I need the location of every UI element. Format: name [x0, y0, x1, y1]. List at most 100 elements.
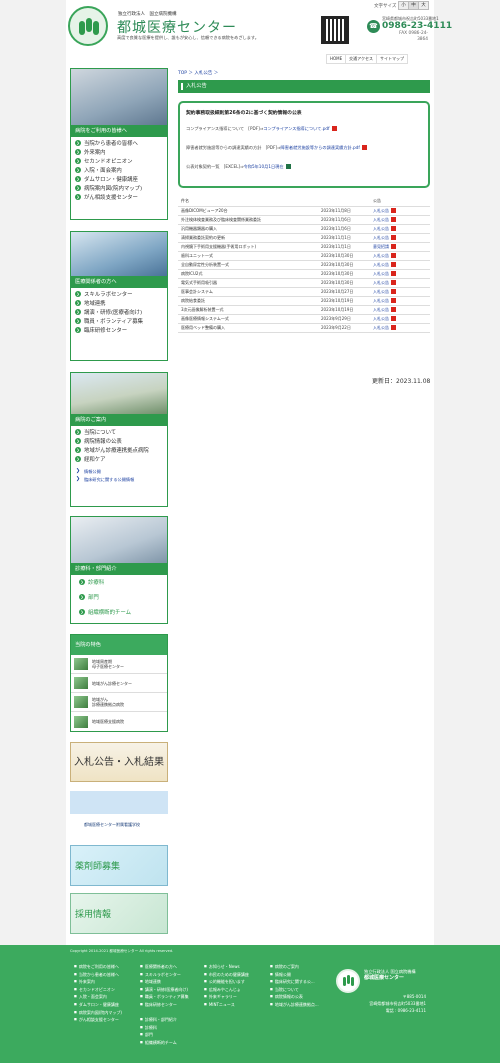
footer-link[interactable]: 部門	[140, 1031, 189, 1039]
sidebar-item-map[interactable]: 病院案内図(院内マップ)	[75, 185, 163, 194]
footer-link[interactable]: 地域がん診療連携拠点...	[270, 1001, 319, 1009]
bid-notice-link[interactable]: 入札公告	[373, 262, 389, 267]
sidebar-patient-panel: 病院をご利用の皆様へ 当院から患者の皆様へ 外来案内 セカンドオピニオン 入院・…	[70, 68, 168, 220]
footer-link[interactable]: 当院について	[270, 986, 319, 994]
bid-notice-link[interactable]: 入札公告	[373, 271, 389, 276]
bid-date: 2023年10月19日	[318, 305, 370, 315]
footer-link[interactable]: 外来案内	[74, 978, 122, 986]
bid-date: 2023年11月8日	[318, 206, 370, 216]
sidebar-item-outpatient[interactable]: 外来案内	[75, 149, 163, 158]
feature-thumb-icon	[74, 715, 88, 728]
sidebar-dept-title[interactable]: 診療科・部門紹介	[71, 563, 167, 575]
bid-notice-link[interactable]: 入札公告	[373, 325, 389, 330]
footer-link[interactable]: スキルラボセンター	[140, 971, 189, 979]
sidebar-item-lectures[interactable]: 講演・研修(医療者向け)	[75, 309, 163, 318]
bid-date: 2023年11月1日	[318, 242, 370, 252]
sidebar-item-salon[interactable]: ダムサロン・健康講座	[75, 176, 163, 185]
bid-notice-link[interactable]: 入札公告	[373, 253, 389, 258]
util-link-sitemap[interactable]: サイトマップ	[375, 54, 408, 64]
footer-link[interactable]: 入院・面会案内	[74, 993, 122, 1001]
compliance-pdf-link[interactable]: コンプライアンス指導について.pdf	[263, 126, 329, 131]
notice-line-label: コンプライアンス指導について [PDF]⇒	[186, 126, 264, 131]
sidebar-subitem-info[interactable]: 情報公開	[75, 468, 163, 476]
sidebar-item-about[interactable]: 当院について	[75, 429, 163, 438]
feature-label: 地域医療支援病院	[92, 719, 124, 724]
sidebar-item-palliative[interactable]: 経和ケア	[75, 456, 163, 465]
footer-link[interactable]: 広報みやこんじょ	[204, 986, 249, 994]
pharmacist-recruit-banner[interactable]: 薬剤師募集	[70, 845, 168, 886]
nursing-school-banner[interactable]: 都城医療センター附属看護学校	[70, 791, 168, 833]
sidebar-item-disclosure[interactable]: 病院情報の公表	[75, 438, 163, 447]
footer-link[interactable]: 病院のご案内	[270, 963, 319, 971]
font-size-large-button[interactable]: 大	[418, 1, 429, 10]
sidebar-item-teams[interactable]: 組織横断的チーム	[75, 606, 163, 621]
sidebar-item-second-opinion[interactable]: セカンドオピニオン	[75, 158, 163, 167]
bid-notice-link[interactable]: 入札公告	[373, 280, 389, 285]
footer-link[interactable]: 外来ギャラリー	[204, 993, 249, 1001]
bid-notice-link[interactable]: 入札公告	[373, 208, 389, 213]
footer-link[interactable]: 職員・ボランティア募集	[140, 993, 189, 1001]
bid-notice-link[interactable]: 入札公告	[373, 235, 389, 240]
bid-notice-link[interactable]: 入札公告	[373, 316, 389, 321]
sidebar-patient-title[interactable]: 病院をご利用の皆様へ	[71, 125, 167, 137]
footer-link[interactable]: 市民のための健康講座	[204, 971, 249, 979]
bid-notice-link[interactable]: 入札公告	[373, 289, 389, 294]
procurement-pdf-link[interactable]: 障害者就労施設等からの調達実績方針.pdf	[281, 145, 360, 150]
feature-perinatal[interactable]: 地域周産期 母子医療センター	[71, 655, 167, 674]
sidebar-item-cancer-hub[interactable]: 地域がん診療連携拠点病院	[75, 447, 163, 456]
sidebar-medical-title[interactable]: 医療関係者の方へ	[71, 276, 167, 288]
footer-link[interactable]: 医療関係者の方へ	[140, 963, 189, 971]
sidebar-item-skills-lab[interactable]: スキルラボセンター	[75, 291, 163, 300]
bid-date: 2023年10月30日	[318, 251, 370, 261]
sidebar-item-message[interactable]: 当院から患者の皆様へ	[75, 140, 163, 149]
footer-link[interactable]: 臨床研修センター	[140, 1001, 189, 1009]
feature-cancer-hub[interactable]: 地域がん 診療連携拠点病院	[71, 693, 167, 712]
footer-link[interactable]: 診療科	[140, 1024, 189, 1032]
footer-link[interactable]: 情報公開	[270, 971, 319, 979]
footer-link[interactable]: 病院をご利用の皆様へ	[74, 963, 122, 971]
notice-line: 公表対象契約一覧 [EXCEL]⇒令和5年10月1日現在	[186, 164, 422, 170]
bid-notice-link[interactable]: 入札公告	[373, 307, 389, 312]
footer-link[interactable]: 診療科・部門紹介	[140, 1016, 189, 1024]
footer-link[interactable]: 講演・研修(医療者向け)	[140, 986, 189, 994]
bid-notice-link[interactable]: 入札公告	[373, 226, 389, 231]
footer-link[interactable]: 組織横断的チーム	[140, 1039, 189, 1047]
sidebar-item-admission[interactable]: 入院・面会案内	[75, 167, 163, 176]
feature-cancer-center[interactable]: 地域がん診療センター	[71, 674, 167, 693]
bid-notice-link[interactable]: 入札公告	[373, 298, 389, 303]
sidebar-item-regional[interactable]: 地域連携	[75, 300, 163, 309]
bid-table: 件名 公告 画像DICOMビューア20台 2023年11月8日 入札公告 外注検体検査…	[178, 196, 430, 333]
feature-regional-support[interactable]: 地域医療支援病院	[71, 712, 167, 731]
footer-link[interactable]: 病院案内図(院内マップ)	[74, 1009, 122, 1017]
sidebar-item-divisions[interactable]: 部門	[75, 591, 163, 606]
footer-link[interactable]: がん相談支援センター	[74, 1016, 122, 1024]
footer-link[interactable]: 地域連携	[140, 978, 189, 986]
footer-link[interactable]: お知らせ・News	[204, 963, 249, 971]
footer-tel: 電話 : 0986-23-4111	[385, 1008, 426, 1013]
util-link-home[interactable]: HOME	[326, 54, 347, 64]
bid-banner[interactable]: 入札公告・入札結果	[70, 742, 168, 782]
contract-list-excel-link[interactable]: 令和5年10月1日現在	[244, 164, 284, 169]
sidebar-item-departments[interactable]: 診療科	[75, 576, 163, 591]
bid-notice-link[interactable]: 入札公告	[373, 217, 389, 222]
footer-link[interactable]: ダムサロン・健康講座	[74, 1001, 122, 1009]
footer-logo-icon[interactable]	[336, 969, 360, 993]
hospital-logo-icon[interactable]	[68, 6, 108, 46]
footer-link[interactable]: 病院情報の公表	[270, 993, 319, 1001]
footer-link[interactable]: セカンドオピニオン	[74, 986, 122, 994]
site-title[interactable]: 都城医療センター	[117, 17, 237, 37]
sidebar-about-title[interactable]: 病院のご案内	[71, 414, 167, 426]
footer-link[interactable]: 公的機能を担います	[204, 978, 249, 986]
footer-link[interactable]: 当院から患者の皆様へ	[74, 971, 122, 979]
sidebar-item-training[interactable]: 臨床研修センター	[75, 327, 163, 336]
footer-link[interactable]: 臨床研究に関する公...	[270, 978, 319, 986]
recruit-banner[interactable]: 採用情報	[70, 893, 168, 934]
sidebar-subitem-research[interactable]: 臨床研究に関する公開情報	[75, 476, 163, 484]
sidebar-item-recruit-staff[interactable]: 職員・ボランティア募集	[75, 318, 163, 327]
bid-date: 2023年11月6日	[318, 215, 370, 225]
bid-notice-link[interactable]: 意見招請	[373, 244, 389, 249]
util-link-access[interactable]: 交通アクセス	[345, 54, 377, 64]
sidebar-item-cancer-support[interactable]: がん相談支援センター	[75, 194, 163, 203]
breadcrumb[interactable]: TOP ＞ 入札公告 ＞	[178, 70, 218, 76]
footer-link[interactable]: MINTニュース	[204, 1001, 249, 1009]
